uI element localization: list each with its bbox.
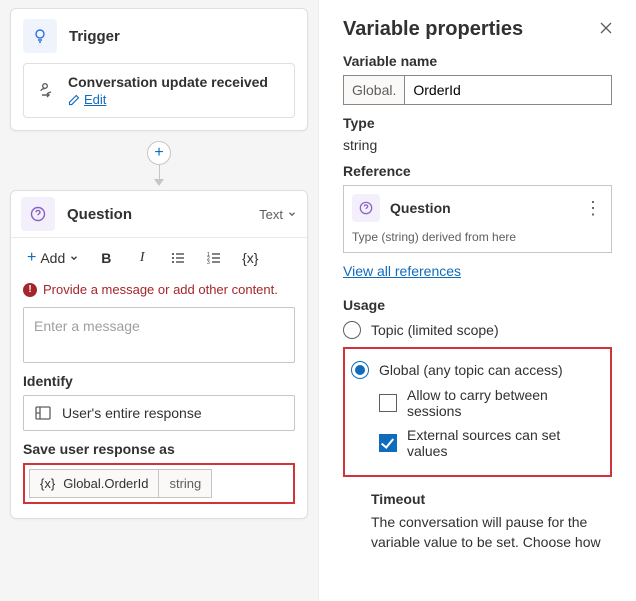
checkbox-checked-icon <box>379 434 397 452</box>
external-sources-checkbox[interactable]: External sources can set values <box>379 427 604 459</box>
radio-icon <box>343 321 361 339</box>
variable-properties-panel: Variable properties Variable name Global… <box>318 0 636 601</box>
save-label: Save user response as <box>23 441 295 457</box>
reference-label: Reference <box>343 163 612 179</box>
edit-link-row: Edit <box>68 92 268 107</box>
italic-button[interactable]: I <box>127 244 157 272</box>
question-title: Question <box>67 206 259 223</box>
question-type-selector[interactable]: Text <box>259 207 297 222</box>
carry-sessions-checkbox[interactable]: Allow to carry between sessions <box>379 387 604 419</box>
radio-selected-icon <box>351 361 369 379</box>
panel-title: Variable properties <box>343 18 612 41</box>
variable-name-input[interactable] <box>405 76 611 104</box>
svg-text:3: 3 <box>207 260 210 266</box>
reference-note: Type (string) derived from here <box>352 230 603 244</box>
add-button[interactable]: + Add <box>21 244 85 272</box>
toolbar: + Add B I 123 {x} <box>11 238 307 278</box>
external-sources-label: External sources can set values <box>407 427 604 459</box>
add-button-label: Add <box>40 250 65 266</box>
usage-global-label: Global (any topic can access) <box>379 362 563 378</box>
variable-button[interactable]: {x} <box>235 244 265 272</box>
usage-topic-label: Topic (limited scope) <box>371 322 499 338</box>
trigger-event-card[interactable]: Conversation update received Edit <box>23 63 295 118</box>
save-variable-type: string <box>158 469 212 498</box>
chevron-down-icon <box>287 209 297 219</box>
error-icon: ! <box>23 283 37 297</box>
error-text: Provide a message or add other content. <box>43 282 278 297</box>
variable-name-prefix: Global. <box>344 76 405 104</box>
type-label: Type <box>343 115 612 131</box>
timeout-label: Timeout <box>371 491 612 507</box>
lightbulb-icon <box>23 19 57 53</box>
checkbox-icon <box>379 394 397 412</box>
usage-global-radio[interactable]: Global (any topic can access) <box>351 361 604 379</box>
question-mark-icon <box>21 197 55 231</box>
error-message: ! Provide a message or add other content… <box>11 278 307 301</box>
usage-label: Usage <box>343 297 612 313</box>
view-all-references-link[interactable]: View all references <box>343 263 461 279</box>
question-node: Question Text + Add B I 123 {x} ! P <box>10 190 308 519</box>
identify-selector[interactable]: User's entire response <box>23 395 295 431</box>
question-type-label: Text <box>259 207 283 222</box>
bullet-list-button[interactable] <box>163 244 193 272</box>
reference-box: Question ⋮ Type (string) derived from he… <box>343 185 612 253</box>
usage-topic-radio[interactable]: Topic (limited scope) <box>343 321 612 339</box>
close-button[interactable] <box>596 18 616 38</box>
identify-value: User's entire response <box>62 405 202 421</box>
bold-button[interactable]: B <box>91 244 121 272</box>
message-input[interactable]: Enter a message <box>23 307 295 363</box>
timeout-description: The conversation will pause for the vari… <box>371 513 612 552</box>
connector: + <box>10 131 308 190</box>
trigger-event-title: Conversation update received <box>68 74 268 90</box>
conversation-icon <box>36 81 58 101</box>
trigger-node: Trigger Conversation update received Edi… <box>10 8 308 131</box>
entity-icon <box>34 404 52 422</box>
chevron-down-icon <box>69 253 79 263</box>
type-value: string <box>343 137 612 153</box>
trigger-title: Trigger <box>69 28 295 45</box>
edit-link[interactable]: Edit <box>84 92 106 107</box>
pencil-icon <box>68 94 80 106</box>
carry-sessions-label: Allow to carry between sessions <box>407 387 604 419</box>
numbered-list-button[interactable]: 123 <box>199 244 229 272</box>
save-variable-chip[interactable]: {x} Global.OrderId string <box>23 463 295 504</box>
variable-icon: {x} <box>40 476 55 491</box>
save-variable-name: Global.OrderId <box>63 476 148 491</box>
add-node-button[interactable]: + <box>147 141 171 165</box>
more-menu-button[interactable]: ⋮ <box>584 198 603 219</box>
identify-label: Identify <box>23 373 295 389</box>
variable-name-field: Global. <box>343 75 612 105</box>
global-usage-highlight: Global (any topic can access) Allow to c… <box>343 347 612 477</box>
variable-name-label: Variable name <box>343 53 612 69</box>
question-mark-icon <box>352 194 380 222</box>
reference-title[interactable]: Question <box>390 200 574 216</box>
